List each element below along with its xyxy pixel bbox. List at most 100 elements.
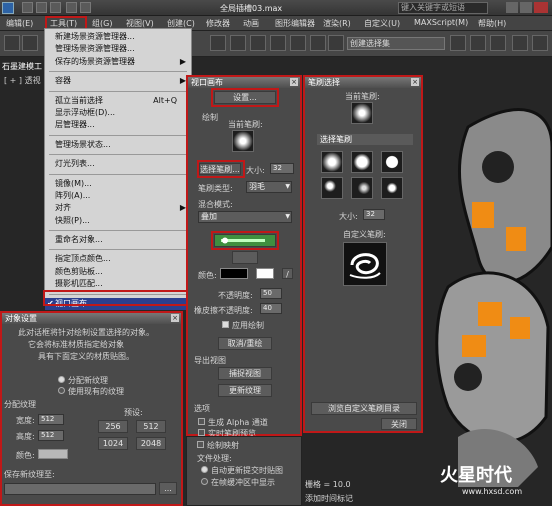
close-brush-panel-button[interactable]: 关闭 [381,418,417,430]
close-icon[interactable]: × [290,78,298,86]
close-icon[interactable]: × [411,78,419,86]
open-file-icon[interactable] [36,2,47,13]
preset-512-button[interactable]: 512 [136,420,166,433]
opacity-field[interactable]: 50 [260,288,282,299]
graphite-tab[interactable]: 石墨建模工 [2,61,42,72]
tools-menu-item[interactable]: 阵列(A)... [45,190,191,202]
submenu-arrow-icon: ▶ [179,56,186,66]
use-existing-texture-radio[interactable] [58,387,65,394]
mirror-icon[interactable] [450,35,466,51]
stamp-tool-button[interactable] [232,251,258,264]
assign-new-texture-radio[interactable] [58,376,65,383]
blend-mode-dropdown[interactable]: 叠加 [198,211,292,223]
tools-menu-item[interactable]: 孤立当前选择 Alt+Q [45,95,191,107]
brush-soft-large-icon[interactable] [321,151,343,173]
tools-menu-item[interactable]: 显示浮动框(D)... [45,107,191,119]
size-field[interactable]: 32 [270,163,294,174]
render-icon[interactable] [512,35,528,51]
tools-menu-item[interactable]: 快照(P)... [45,215,191,227]
eraser-opacity-field[interactable]: 40 [260,303,282,314]
brush-type-dropdown[interactable]: 羽毛 [246,181,292,193]
menu-modifiers[interactable]: 修改器 [206,18,230,29]
preset-2048-button[interactable]: 2048 [136,437,166,450]
scale-icon[interactable] [250,35,266,51]
app-logo[interactable] [2,2,14,14]
tools-menu-item[interactable]: 保存的场景资源管理器 ▶ [45,56,191,68]
eraser-swatch[interactable] [256,268,274,279]
alpha-channel-checkbox[interactable] [198,418,205,425]
percent-snap-icon[interactable] [310,35,326,51]
spinner-snap-icon[interactable] [328,35,344,51]
redo-icon[interactable] [80,2,91,13]
eyedropper-icon[interactable]: / [282,268,293,279]
save-file-icon[interactable] [50,2,61,13]
tools-menu-item[interactable]: 镜像(M)... [45,178,191,190]
brush-soft-medium-icon[interactable] [351,151,373,173]
browse-custom-brush-button[interactable]: 浏览自定义笔刷目录 [311,402,417,415]
tools-menu-item[interactable]: 管理场景资源管理器... [45,43,191,55]
preset-256-button[interactable]: 256 [98,420,128,433]
tools-menu-item[interactable]: 颜色剪贴板... [45,266,191,278]
capture-view-button[interactable]: 捕捉视图 [218,367,272,380]
height-field[interactable]: 512 [38,430,64,441]
tools-menu-item[interactable]: 新建场景资源管理器... [45,31,191,43]
brush-spray-icon[interactable] [351,177,373,199]
tools-menu-item[interactable]: 摄影机匹配... [45,278,191,290]
selection-set-dropdown[interactable]: 创建选择集 [347,37,445,50]
align-icon[interactable] [470,35,486,51]
browse-path-button[interactable]: ... [159,482,177,495]
menu-customize[interactable]: 自定义(U) [364,18,400,29]
menu-item-label: 摄影机匹配... [55,279,103,289]
menu-help[interactable]: 帮助(H) [478,18,506,29]
select-link-icon[interactable] [4,35,20,51]
presets-label: 预设: [124,408,143,417]
tools-menu-item[interactable]: 重命名对象... [45,234,191,246]
brush-star-icon[interactable] [381,177,403,199]
update-texture-button[interactable]: 更新纹理 [218,384,272,397]
tools-menu-item[interactable]: 容器 ▶ [45,75,191,87]
tools-menu-item[interactable]: 管理场景状态... [45,139,191,151]
minimize-button[interactable] [506,2,518,13]
rotate-icon[interactable] [230,35,246,51]
color-swatch[interactable] [220,268,248,279]
tools-menu-item[interactable]: 层管理器... [45,119,191,131]
angle-snap-icon[interactable] [290,35,306,51]
maximize-button[interactable] [520,2,532,13]
unlink-icon[interactable] [22,35,38,51]
tools-menu-item[interactable]: 灯光列表... [45,158,191,170]
close-button[interactable] [534,2,548,13]
move-icon[interactable] [210,35,226,51]
layer-icon[interactable] [490,35,506,51]
custom-brush-preview[interactable] [343,242,387,286]
tools-menu-item[interactable]: 指定顶点颜色... [45,253,191,265]
paint-mapping-checkbox[interactable] [197,441,204,448]
menu-render[interactable]: 渲染(R) [323,18,351,29]
undo-icon[interactable] [66,2,77,13]
auto-update-radio[interactable] [201,466,208,473]
brush-splatter-icon[interactable] [321,177,343,199]
snap-icon[interactable] [270,35,286,51]
frame-buffer-radio[interactable] [201,478,208,485]
texture-color-swatch[interactable] [38,449,68,459]
menu-graph-editors[interactable]: 图形编辑器 [275,18,315,29]
search-input[interactable]: 键入关键字或短语 [398,2,488,14]
new-file-icon[interactable] [22,2,33,13]
menu-edit[interactable]: 编辑(E) [6,18,33,29]
save-path-field[interactable] [4,483,156,495]
viewport-label[interactable]: [ + ] 透视 [4,75,41,86]
width-field[interactable]: 512 [38,414,64,425]
apply-paint-checkbox[interactable] [222,321,229,328]
menu-maxscript[interactable]: MAXScript(M) [414,18,468,27]
brush-panel-size-field[interactable]: 32 [363,209,385,220]
add-time-tag[interactable]: 添加时间标记 [305,493,353,504]
menu-animation[interactable]: 动画 [243,18,259,29]
cancel-redraw-button[interactable]: 取消/重绘 [218,337,272,350]
render-frame-icon[interactable] [532,35,548,51]
opacity-label: 不透明度: [218,291,253,300]
tools-menu-item[interactable]: 对齐 ▶ [45,202,191,214]
preset-1024-button[interactable]: 1024 [98,437,128,450]
select-brush-highlight [197,160,245,178]
brush-preview-checkbox[interactable] [198,429,205,436]
brush-hard-icon[interactable] [381,151,403,173]
close-icon[interactable]: × [171,314,179,322]
